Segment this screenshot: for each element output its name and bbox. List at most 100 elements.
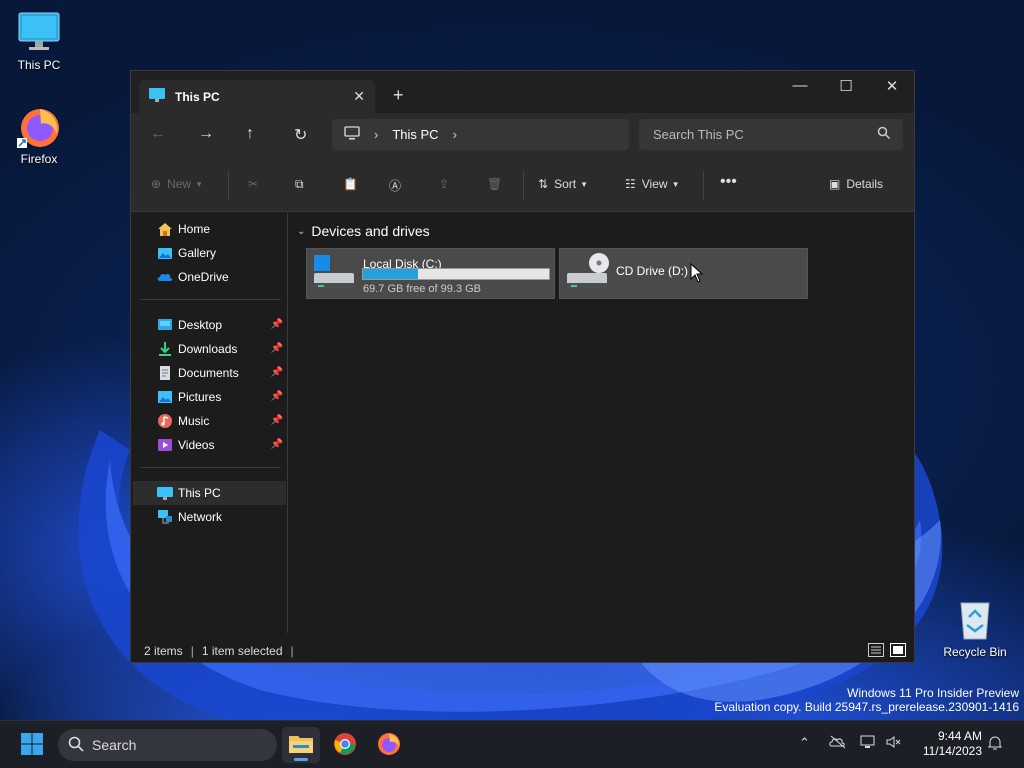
pin-icon[interactable]: 📌 bbox=[271, 319, 283, 330]
nav-label: Gallery bbox=[178, 246, 217, 260]
plus-circle-icon: ⊕ bbox=[151, 177, 162, 191]
divider bbox=[523, 171, 524, 199]
nav-item-this-pc[interactable]: This PC bbox=[133, 481, 286, 505]
delete-button[interactable]: 🗑 bbox=[487, 177, 502, 191]
onedrive-offline-icon[interactable] bbox=[829, 735, 847, 752]
onedrive-icon bbox=[157, 269, 173, 285]
command-bar: ⊕ New ▼ ✂ ⧉ 📋 Ⓐ ⇪ 🗑 ⇅ Sort ▼ ☷ View ▼ ••… bbox=[131, 157, 914, 212]
watermark-line-2: Evaluation copy. Build 25947.rs_prerelea… bbox=[714, 700, 1019, 714]
close-window-button[interactable]: ✕ bbox=[869, 77, 915, 95]
nav-label: Network bbox=[178, 510, 223, 524]
nav-label: This PC bbox=[178, 486, 221, 500]
title-bar: This PC ✕ + — ☐ ✕ bbox=[131, 71, 914, 113]
close-tab-icon[interactable]: ✕ bbox=[353, 88, 365, 105]
group-header-devices[interactable]: ⌄ Devices and drives bbox=[297, 223, 430, 239]
sort-button[interactable]: ⇅ Sort ▼ bbox=[538, 177, 588, 191]
nav-item-documents[interactable]: Documents 📌 bbox=[133, 361, 286, 385]
nav-item-music[interactable]: Music 📌 bbox=[133, 409, 286, 433]
refresh-icon[interactable]: ↻ bbox=[294, 125, 307, 145]
taskbar-chrome[interactable] bbox=[326, 727, 364, 763]
file-explorer-window: This PC ✕ + — ☐ ✕ ← → ↑ ↻ › This PC › Se… bbox=[130, 70, 915, 663]
pictures-folder-icon bbox=[157, 389, 173, 405]
desktop-icon-this-pc[interactable]: This PC bbox=[1, 10, 77, 72]
clock-time: 9:44 AM bbox=[937, 729, 982, 743]
view-label: View bbox=[641, 177, 668, 191]
documents-folder-icon bbox=[157, 365, 173, 381]
nav-item-network[interactable]: Network bbox=[133, 505, 286, 529]
minimize-button[interactable]: — bbox=[777, 77, 823, 94]
chrome-icon bbox=[333, 732, 357, 759]
chevron-right-icon[interactable]: › bbox=[374, 127, 378, 142]
pin-icon[interactable]: 📌 bbox=[271, 391, 283, 402]
desktop-icon-recycle-bin[interactable]: Recycle Bin bbox=[937, 597, 1013, 659]
view-button[interactable]: ☷ View ▼ bbox=[625, 177, 679, 191]
volume-muted-icon[interactable] bbox=[886, 735, 902, 752]
chevron-up-icon[interactable]: ⌃ bbox=[799, 735, 810, 751]
content-pane: ⌄ Devices and drives Local Disk (C:) 69.… bbox=[289, 213, 914, 633]
chevron-down-icon[interactable]: ⌄ bbox=[297, 226, 305, 237]
details-label: Details bbox=[846, 177, 884, 191]
chevron-right-icon[interactable]: › bbox=[453, 127, 457, 142]
folder-icon bbox=[288, 733, 314, 758]
nav-label: OneDrive bbox=[178, 270, 229, 284]
paste-button[interactable]: 📋 bbox=[343, 177, 358, 191]
this-pc-icon bbox=[157, 485, 173, 501]
maximize-button[interactable]: ☐ bbox=[823, 77, 869, 95]
drive-usage-bar bbox=[362, 268, 550, 280]
drive-local-disk-c[interactable]: Local Disk (C:) 69.7 GB free of 99.3 GB bbox=[306, 248, 555, 299]
start-button[interactable] bbox=[13, 727, 51, 763]
trash-icon: 🗑 bbox=[487, 177, 503, 191]
new-label: New bbox=[167, 177, 192, 191]
search-icon[interactable] bbox=[877, 126, 891, 143]
new-button[interactable]: ⊕ New ▼ bbox=[151, 177, 203, 191]
network-status-icon[interactable] bbox=[860, 735, 878, 752]
ellipsis-icon: ••• bbox=[720, 173, 737, 190]
nav-item-onedrive[interactable]: OneDrive bbox=[133, 265, 286, 289]
nav-item-videos[interactable]: Videos 📌 bbox=[133, 433, 286, 457]
taskbar-search[interactable]: Search bbox=[58, 729, 277, 761]
drive-free-space: 69.7 GB free of 99.3 GB bbox=[363, 283, 482, 295]
nav-item-desktop[interactable]: Desktop 📌 bbox=[133, 313, 286, 337]
copy-button[interactable]: ⧉ bbox=[295, 177, 304, 192]
back-arrow-icon[interactable]: ← bbox=[150, 125, 166, 143]
recycle-bin-icon bbox=[953, 597, 997, 641]
drive-cd-d[interactable]: CD Drive (D:) bbox=[559, 248, 808, 299]
items-count: 2 items bbox=[144, 644, 183, 658]
new-tab-button[interactable]: + bbox=[393, 85, 404, 106]
nav-item-gallery[interactable]: Gallery bbox=[133, 241, 286, 265]
cut-button[interactable]: ✂ bbox=[248, 177, 258, 191]
pin-icon[interactable]: 📌 bbox=[271, 343, 283, 354]
pin-icon[interactable]: 📌 bbox=[271, 367, 283, 378]
desktop-icon-firefox[interactable]: Firefox bbox=[1, 104, 77, 166]
system-clock[interactable]: 9:44 AM 11/14/2023 bbox=[923, 729, 982, 759]
up-arrow-icon[interactable]: ↑ bbox=[246, 125, 254, 143]
details-view-icon[interactable] bbox=[868, 643, 884, 660]
notification-bell-icon[interactable] bbox=[987, 735, 1003, 754]
more-options-button[interactable]: ••• bbox=[720, 173, 737, 191]
search-input[interactable]: Search This PC bbox=[639, 119, 903, 150]
search-icon bbox=[68, 736, 84, 755]
view-toggles bbox=[868, 643, 906, 660]
breadcrumb[interactable]: › This PC › bbox=[332, 119, 629, 150]
pin-icon[interactable]: 📌 bbox=[271, 439, 283, 450]
large-icons-view-icon[interactable] bbox=[890, 643, 906, 660]
nav-item-pictures[interactable]: Pictures 📌 bbox=[133, 385, 286, 409]
tab-this-pc[interactable]: This PC ✕ bbox=[139, 80, 375, 113]
rename-icon: Ⓐ bbox=[389, 179, 402, 193]
clock-date: 11/14/2023 bbox=[922, 744, 982, 758]
forward-arrow-icon[interactable]: → bbox=[198, 125, 214, 143]
group-title: Devices and drives bbox=[311, 223, 430, 239]
taskbar-firefox[interactable] bbox=[370, 727, 408, 763]
divider bbox=[703, 171, 704, 199]
nav-item-home[interactable]: Home bbox=[133, 217, 286, 241]
taskbar-file-explorer[interactable] bbox=[282, 727, 320, 763]
nav-item-downloads[interactable]: Downloads 📌 bbox=[133, 337, 286, 361]
hard-drive-icon bbox=[312, 253, 356, 296]
details-button[interactable]: ▣ Details bbox=[829, 177, 883, 191]
evaluation-watermark: Windows 11 Pro Insider Preview Evaluatio… bbox=[714, 686, 1019, 714]
downloads-folder-icon bbox=[157, 341, 173, 357]
rename-button[interactable]: Ⓐ bbox=[389, 177, 401, 194]
breadcrumb-this-pc[interactable]: This PC bbox=[392, 127, 438, 142]
pin-icon[interactable]: 📌 bbox=[271, 415, 283, 426]
share-button[interactable]: ⇪ bbox=[439, 177, 449, 191]
